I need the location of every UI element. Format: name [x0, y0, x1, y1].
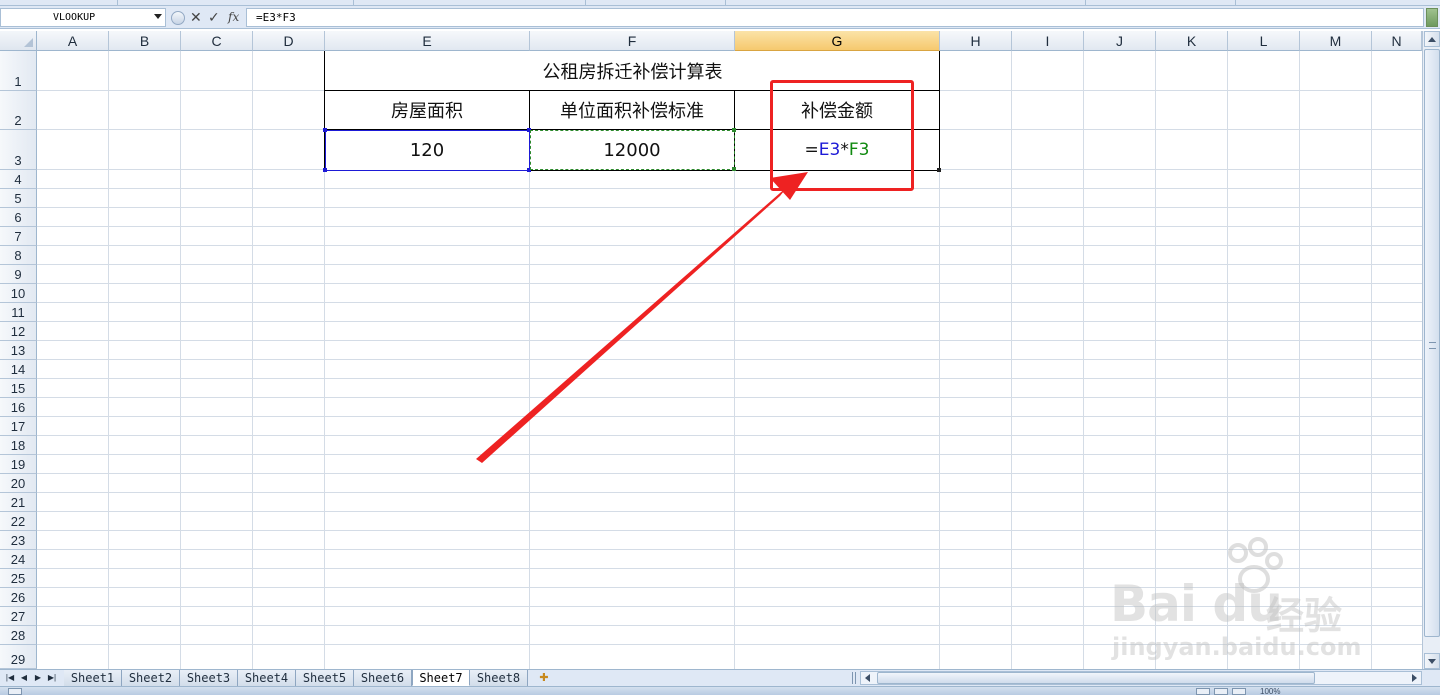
row-header-3[interactable]: 3 — [0, 130, 37, 170]
sheet-tab-5[interactable]: Sheet5 — [296, 670, 354, 686]
column-header-e[interactable]: E — [325, 31, 530, 51]
formula-input[interactable]: =E3*F3 — [246, 8, 1424, 27]
row-header-27[interactable]: 27 — [0, 607, 37, 626]
macro-record-icon[interactable] — [8, 688, 22, 695]
row-header-11[interactable]: 11 — [0, 303, 37, 322]
insert-sheet-icon[interactable]: ✚ — [534, 671, 554, 685]
formula-bar: VLOOKUP ✕ ✓ fx =E3*F3 — [0, 6, 1440, 29]
annotation-highlight-box — [770, 80, 914, 191]
row-header-8[interactable]: 8 — [0, 246, 37, 265]
row-header-4[interactable]: 4 — [0, 170, 37, 189]
row-header-10[interactable]: 10 — [0, 284, 37, 303]
insert-function-icon[interactable]: fx — [228, 8, 239, 27]
column-header-n[interactable]: N — [1372, 31, 1422, 51]
sheet-tab-7[interactable]: Sheet7 — [412, 670, 470, 686]
row-header-9[interactable]: 9 — [0, 265, 37, 284]
vertical-scrollbar[interactable] — [1422, 31, 1440, 669]
row-header-19[interactable]: 19 — [0, 455, 37, 474]
column-header-h[interactable]: H — [940, 31, 1012, 51]
sheet-tab-3[interactable]: Sheet3 — [180, 670, 238, 686]
scroll-up-button[interactable] — [1424, 31, 1440, 47]
formula-options-icon[interactable] — [171, 11, 185, 25]
column-header-a[interactable]: A — [37, 31, 109, 51]
column-header-l[interactable]: L — [1228, 31, 1300, 51]
scroll-down-button[interactable] — [1424, 653, 1440, 669]
last-sheet-icon[interactable]: ▶| — [46, 672, 58, 684]
column-header-g[interactable]: G — [735, 31, 940, 51]
column-header-c[interactable]: C — [181, 31, 253, 51]
normal-view-icon[interactable] — [1196, 688, 1210, 695]
row-header-25[interactable]: 25 — [0, 569, 37, 588]
reference-highlight-f3 — [530, 130, 735, 170]
page-break-view-icon[interactable] — [1232, 688, 1246, 695]
sheet-tab-2[interactable]: Sheet2 — [122, 670, 180, 686]
horizontal-scrollbar[interactable] — [860, 671, 1422, 685]
row-header-7[interactable]: 7 — [0, 227, 37, 246]
row-header-17[interactable]: 17 — [0, 417, 37, 436]
column-headers: A B C D E F G H I J K L M N — [0, 31, 1422, 51]
row-header-20[interactable]: 20 — [0, 474, 37, 493]
next-sheet-icon[interactable]: ▶ — [32, 672, 44, 684]
scroll-left-button[interactable] — [861, 672, 875, 684]
row-header-22[interactable]: 22 — [0, 512, 37, 531]
select-all-corner[interactable] — [0, 31, 37, 51]
row-header-14[interactable]: 14 — [0, 360, 37, 379]
sheet-tab-8[interactable]: Sheet8 — [470, 670, 528, 686]
row-header-13[interactable]: 13 — [0, 341, 37, 360]
column-header-f[interactable]: F — [530, 31, 735, 51]
row-header-29[interactable]: 29 — [0, 645, 37, 669]
zoom-level[interactable]: 100% — [1260, 687, 1280, 695]
sheet-tabs-bar: |◀ ◀ ▶ ▶| Sheet1 Sheet2 Sheet3 Sheet4 Sh… — [0, 669, 1440, 686]
row-header-6[interactable]: 6 — [0, 208, 37, 227]
row-header-26[interactable]: 26 — [0, 588, 37, 607]
row-header-2[interactable]: 2 — [0, 91, 37, 130]
column-header-i[interactable]: I — [1012, 31, 1084, 51]
row-header-5[interactable]: 5 — [0, 189, 37, 208]
row-header-16[interactable]: 16 — [0, 398, 37, 417]
prev-sheet-icon[interactable]: ◀ — [18, 672, 30, 684]
cancel-icon[interactable]: ✕ — [190, 8, 202, 27]
header-area[interactable]: 房屋面积 — [325, 91, 529, 129]
column-header-m[interactable]: M — [1300, 31, 1372, 51]
column-header-b[interactable]: B — [109, 31, 181, 51]
row-header-1[interactable]: 1 — [0, 51, 37, 91]
expand-formula-bar-icon[interactable] — [1426, 8, 1438, 27]
column-header-d[interactable]: D — [253, 31, 325, 51]
sheet-tab-6[interactable]: Sheet6 — [354, 670, 412, 686]
sheet-tab-4[interactable]: Sheet4 — [238, 670, 296, 686]
row-header-15[interactable]: 15 — [0, 379, 37, 398]
name-box[interactable]: VLOOKUP — [0, 8, 166, 27]
reference-highlight-e3 — [325, 130, 530, 171]
row-header-24[interactable]: 24 — [0, 550, 37, 569]
row-header-28[interactable]: 28 — [0, 626, 37, 645]
header-unit-standard[interactable]: 单位面积补偿标准 — [530, 91, 734, 129]
tab-split-handle[interactable] — [852, 672, 856, 684]
page-layout-view-icon[interactable] — [1214, 688, 1228, 695]
row-header-12[interactable]: 12 — [0, 322, 37, 341]
enter-check-icon[interactable]: ✓ — [208, 8, 220, 27]
column-header-k[interactable]: K — [1156, 31, 1228, 51]
horizontal-scroll-thumb[interactable] — [877, 672, 1315, 684]
first-sheet-icon[interactable]: |◀ — [4, 672, 16, 684]
row-header-23[interactable]: 23 — [0, 531, 37, 550]
sheet-tab-1[interactable]: Sheet1 — [64, 670, 122, 686]
fill-handle[interactable] — [937, 168, 941, 172]
vertical-scroll-thumb[interactable] — [1424, 49, 1440, 637]
scroll-right-button[interactable] — [1407, 672, 1421, 684]
row-header-18[interactable]: 18 — [0, 436, 37, 455]
status-bar: 100% — [0, 686, 1440, 695]
column-header-j[interactable]: J — [1084, 31, 1156, 51]
name-box-dropdown-icon[interactable] — [154, 14, 162, 19]
row-header-21[interactable]: 21 — [0, 493, 37, 512]
